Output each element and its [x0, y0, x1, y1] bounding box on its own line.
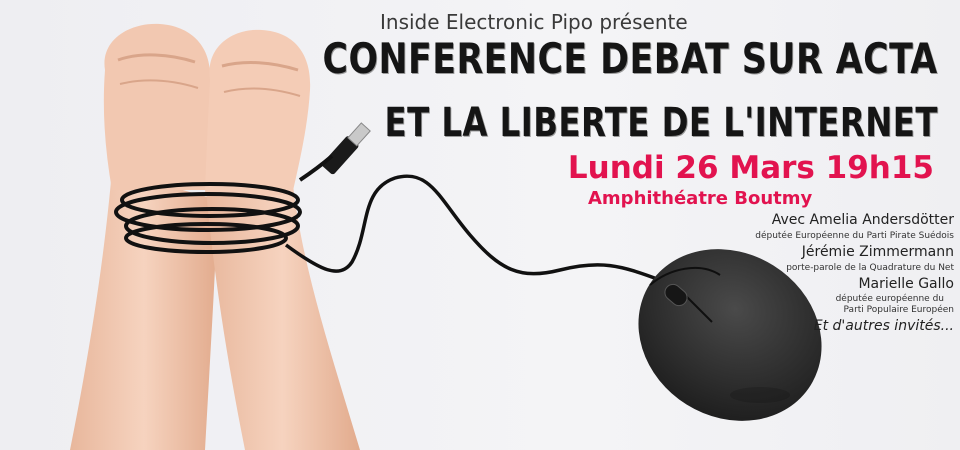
event-venue: Amphithéatre Boutmy	[588, 188, 813, 209]
speaker-1-role: députée Européenne du Parti Pirate Suédo…	[755, 231, 954, 241]
speaker-3-role-line1: députée européenne du	[835, 294, 944, 304]
right-fist	[205, 29, 311, 195]
left-fist	[103, 23, 211, 190]
speaker-3-role-line2: Parti Populaire Européen	[843, 305, 954, 315]
event-banner: Inside Electronic Pipo présente CONFEREN…	[0, 0, 960, 450]
title-line-2: ET LA LIBERTE DE L'INTERNET	[384, 100, 938, 146]
presenter-line: Inside Electronic Pipo présente	[380, 10, 688, 34]
speaker-3-name: Marielle Gallo	[858, 276, 954, 292]
speaker-2-role: porte-parole de la Quadrature du Net	[786, 263, 954, 273]
event-date: Lundi 26 Mars 19h15	[567, 150, 934, 186]
speaker-2-name: Jérémie Zimmermann	[801, 244, 954, 260]
speaker-1-name: Avec Amelia Andersdötter	[771, 212, 954, 228]
title-line-1: CONFERENCE DEBAT SUR ACTA	[322, 34, 938, 83]
usb-plug	[322, 122, 371, 175]
closing-line: Et d'autres invités...	[813, 318, 954, 334]
